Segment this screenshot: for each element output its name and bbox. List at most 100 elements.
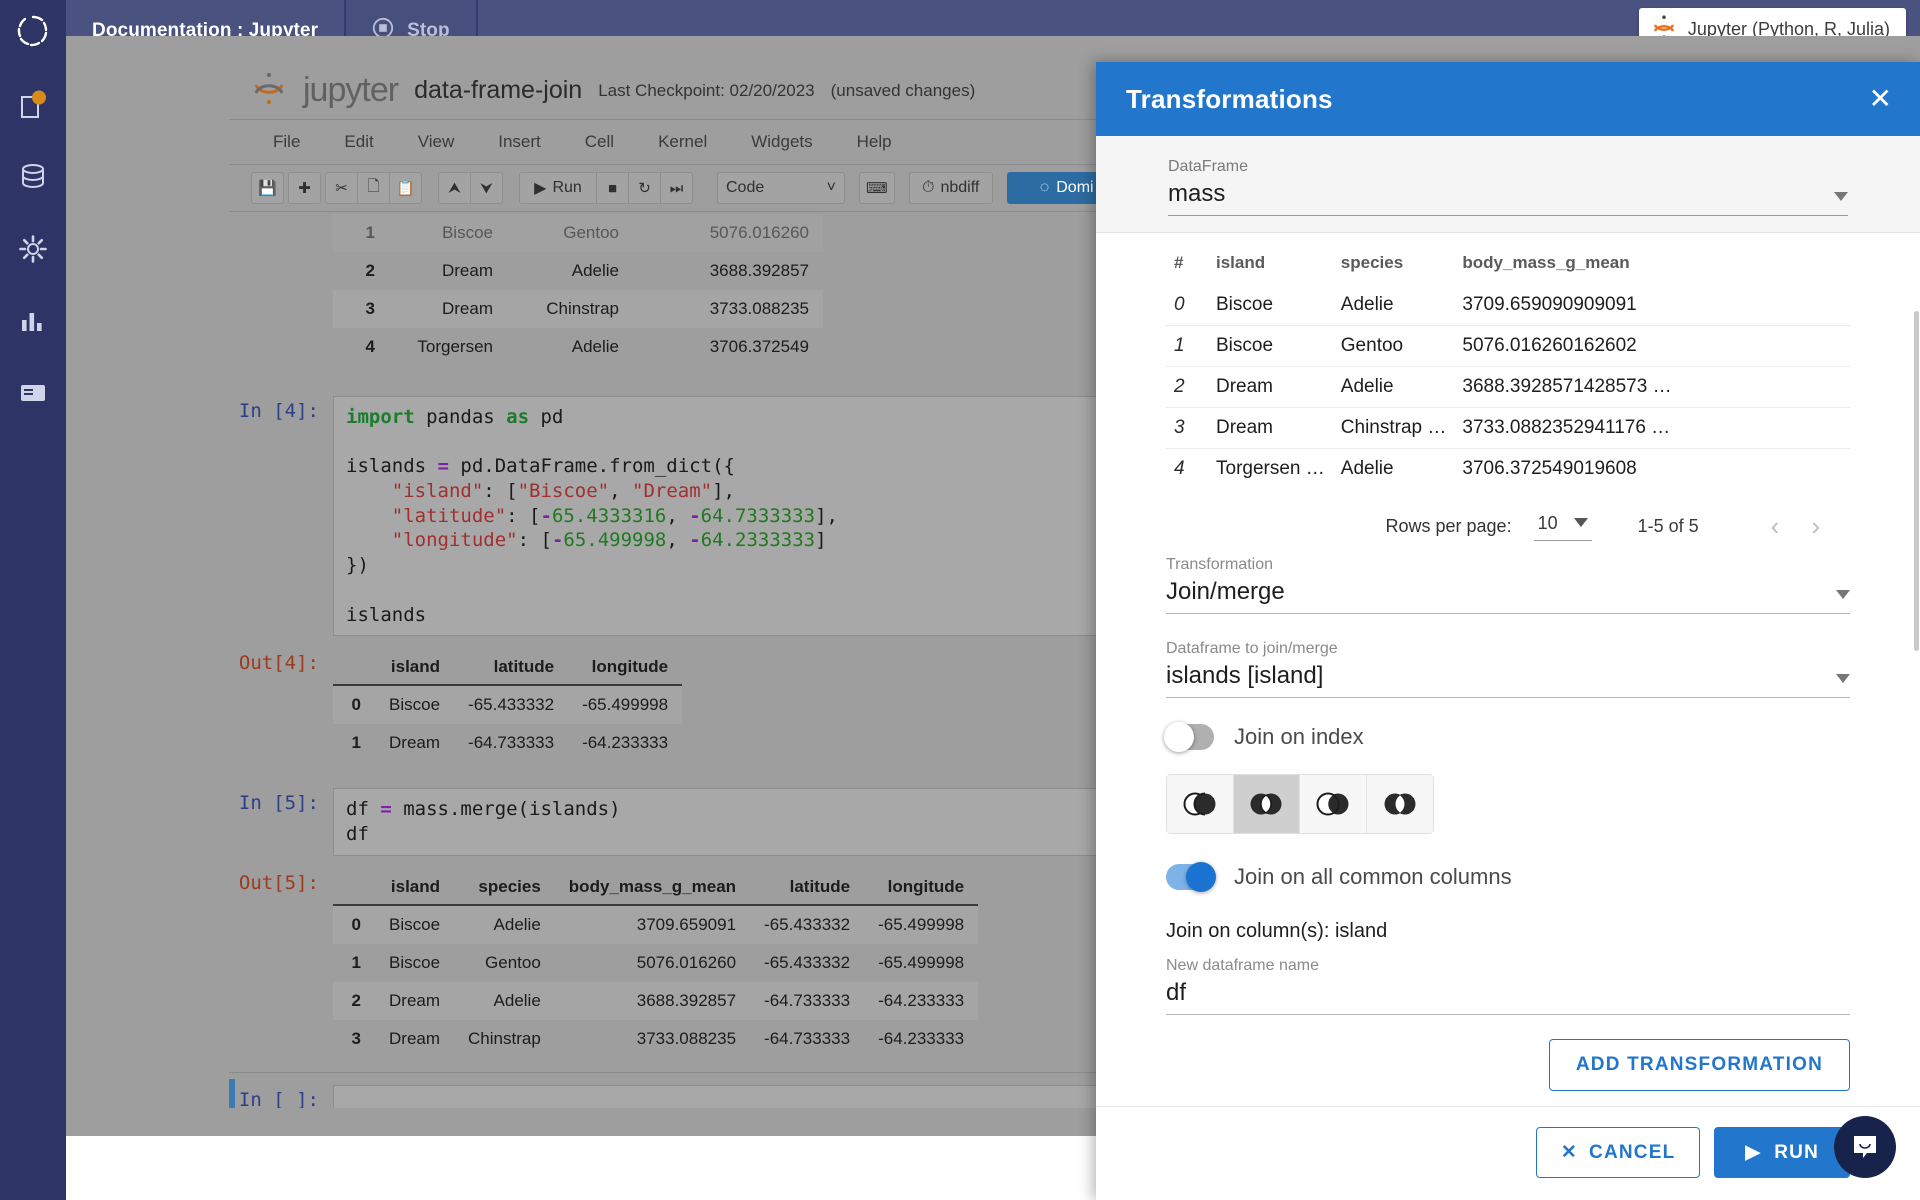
col-latitude: latitude — [750, 869, 865, 906]
menu-file[interactable]: File — [251, 132, 322, 152]
add-transformation-row: ADD TRANSFORMATION — [1166, 1015, 1850, 1106]
stop-square-icon[interactable]: ■ — [596, 172, 629, 204]
menu-kernel[interactable]: Kernel — [636, 132, 729, 152]
join-dataframe-field: Dataframe to join/merge islands [island] — [1166, 640, 1850, 698]
cell-species: Gentoo — [1332, 325, 1455, 367]
sidebar-item-card[interactable] — [9, 374, 57, 416]
domino-logo-icon[interactable] — [0, 0, 66, 62]
join-on-index-label: Join on index — [1234, 724, 1364, 749]
cell-longitude: -65.499998 — [878, 952, 965, 972]
close-icon[interactable]: ✕ — [1869, 85, 1892, 113]
scissors-icon[interactable]: ✂ — [325, 172, 358, 204]
row-index: 1 — [351, 952, 361, 972]
restart-icon[interactable]: ↻ — [628, 172, 661, 204]
cell-island: Biscoe — [389, 695, 441, 715]
cell-mass: 3733.088235 — [636, 1028, 737, 1048]
preview-table: # island species body_mass_g_mean 0 Bisc… — [1166, 247, 1850, 489]
new-dataframe-input[interactable]: df — [1166, 979, 1850, 1015]
join-on-index-toggle[interactable] — [1164, 722, 1214, 752]
pagination: Rows per page: 10 1-5 of 5 ‹ › — [1096, 489, 1920, 546]
new-dataframe-value: df — [1166, 979, 1187, 1006]
menu-edit[interactable]: Edit — [322, 132, 395, 152]
cell-species: Adelie — [1332, 366, 1455, 408]
table-row: 1 Biscoe Gentoo 5076.016260 — [333, 214, 823, 252]
menu-help[interactable]: Help — [835, 132, 914, 152]
jupyter-logo-icon — [251, 70, 287, 111]
table-row: 4 Torgersen Adelie 3706.372549 — [333, 328, 823, 366]
cell-species: Chinstrap … — [1332, 407, 1455, 449]
sidebar-item-settings[interactable] — [9, 230, 57, 272]
run-label: RUN — [1774, 1141, 1819, 1163]
sidebar-item-data[interactable] — [9, 158, 57, 200]
col-species: species — [454, 869, 555, 906]
join-type-outer-icon[interactable] — [1233, 775, 1300, 833]
row-index: 1 — [351, 733, 361, 753]
rows-per-page-select[interactable]: 10 — [1533, 512, 1592, 541]
paste-icon[interactable]: 📋 — [389, 172, 422, 204]
top-dataframe-table: 1 Biscoe Gentoo 5076.016260 2 Dream Adel… — [333, 214, 823, 366]
chevron-right-icon[interactable]: › — [1795, 511, 1836, 542]
arrow-up-icon[interactable]: ⮝ — [438, 172, 471, 204]
join-type-right-icon[interactable] — [1300, 775, 1367, 833]
transformation-select[interactable]: Join/merge — [1166, 578, 1850, 614]
chat-bubble-icon[interactable] — [1834, 1116, 1896, 1178]
arrow-down-icon[interactable]: ⮟ — [470, 172, 503, 204]
cell-species: Adelie — [1332, 448, 1455, 489]
scrollbar-thumb[interactable] — [1914, 311, 1919, 651]
new-dataframe-label: New dataframe name — [1166, 957, 1319, 974]
nbdiff-button[interactable]: ⏱ nbdiff — [908, 172, 993, 204]
row-index: 4 — [1166, 448, 1208, 489]
rows-per-page-value: 10 — [1537, 512, 1558, 533]
cell-latitude: -64.733333 — [764, 1028, 851, 1048]
add-transformation-button[interactable]: ADD TRANSFORMATION — [1548, 1039, 1850, 1091]
cell-mass: 3688.392857 — [709, 261, 809, 280]
cell-species: Adelie — [1340, 294, 1394, 315]
fast-forward-icon[interactable]: ⏭ — [660, 172, 693, 204]
chevron-left-icon[interactable]: ‹ — [1755, 511, 1796, 542]
join-all-common-toggle[interactable] — [1166, 862, 1216, 892]
menu-insert[interactable]: Insert — [476, 132, 563, 152]
cell-island: Dream — [441, 261, 493, 280]
col-body-mass: body_mass_g_mean — [554, 869, 751, 906]
cell-latitude: -64.733333 — [468, 733, 555, 753]
save-icon[interactable]: 💾 — [251, 172, 284, 204]
new-dataframe-field: New dataframe name df — [1166, 957, 1850, 1015]
notebook-name[interactable]: data-frame-join — [414, 76, 582, 105]
sidebar-item-metrics[interactable] — [9, 302, 57, 344]
run-button[interactable]: ▶ Run — [519, 172, 597, 204]
run-button[interactable]: ▶ RUN — [1714, 1127, 1850, 1178]
keyboard-icon[interactable]: ⌨ — [859, 172, 895, 204]
cell-island: Dream — [1208, 407, 1333, 449]
menu-widgets[interactable]: Widgets — [729, 132, 834, 152]
cell-latitude: -65.433332 — [764, 952, 851, 972]
col-index — [333, 650, 375, 687]
sidebar-item-files[interactable] — [9, 86, 57, 128]
join-dataframe-select[interactable]: islands [island] — [1166, 662, 1850, 698]
dataframe-section: DataFrame mass — [1096, 136, 1920, 233]
menu-view[interactable]: View — [396, 132, 477, 152]
plus-icon[interactable]: ✚ — [288, 172, 321, 204]
transformation-value: Join/merge — [1166, 578, 1285, 605]
join-type-group — [1166, 774, 1434, 834]
col-index — [333, 869, 375, 906]
cell-prompt-out5: Out[5]: — [238, 871, 319, 894]
domino-small-icon: ◌ — [1039, 179, 1050, 196]
table-row: 3 Dream Chinstrap 3733.088235 — [333, 290, 823, 328]
cell-mass: 3706.372549019608 — [1454, 448, 1850, 489]
cancel-button[interactable]: ✕ CANCEL — [1535, 1127, 1701, 1178]
out4-dataframe-table: island latitude longitude 0 Biscoe -65.4… — [333, 650, 683, 762]
row-index: 2 — [1166, 366, 1208, 408]
cell-species: Adelie — [493, 990, 541, 1010]
copy-icon[interactable]: 🗋 — [357, 172, 390, 204]
dataframe-select[interactable]: mass — [1168, 180, 1848, 216]
cell-species: Gentoo — [485, 952, 541, 972]
toggle-knob — [1164, 722, 1194, 752]
cell-island: Torgersen — [417, 337, 493, 356]
join-type-inner-icon[interactable] — [1366, 775, 1433, 833]
transformation-field: Transformation Join/merge — [1166, 556, 1850, 614]
domino-label: Domi — [1056, 179, 1094, 196]
menu-cell[interactable]: Cell — [563, 132, 636, 152]
cell-type-select[interactable]: Code ˅ — [717, 172, 845, 204]
join-type-left-icon[interactable] — [1167, 775, 1234, 833]
